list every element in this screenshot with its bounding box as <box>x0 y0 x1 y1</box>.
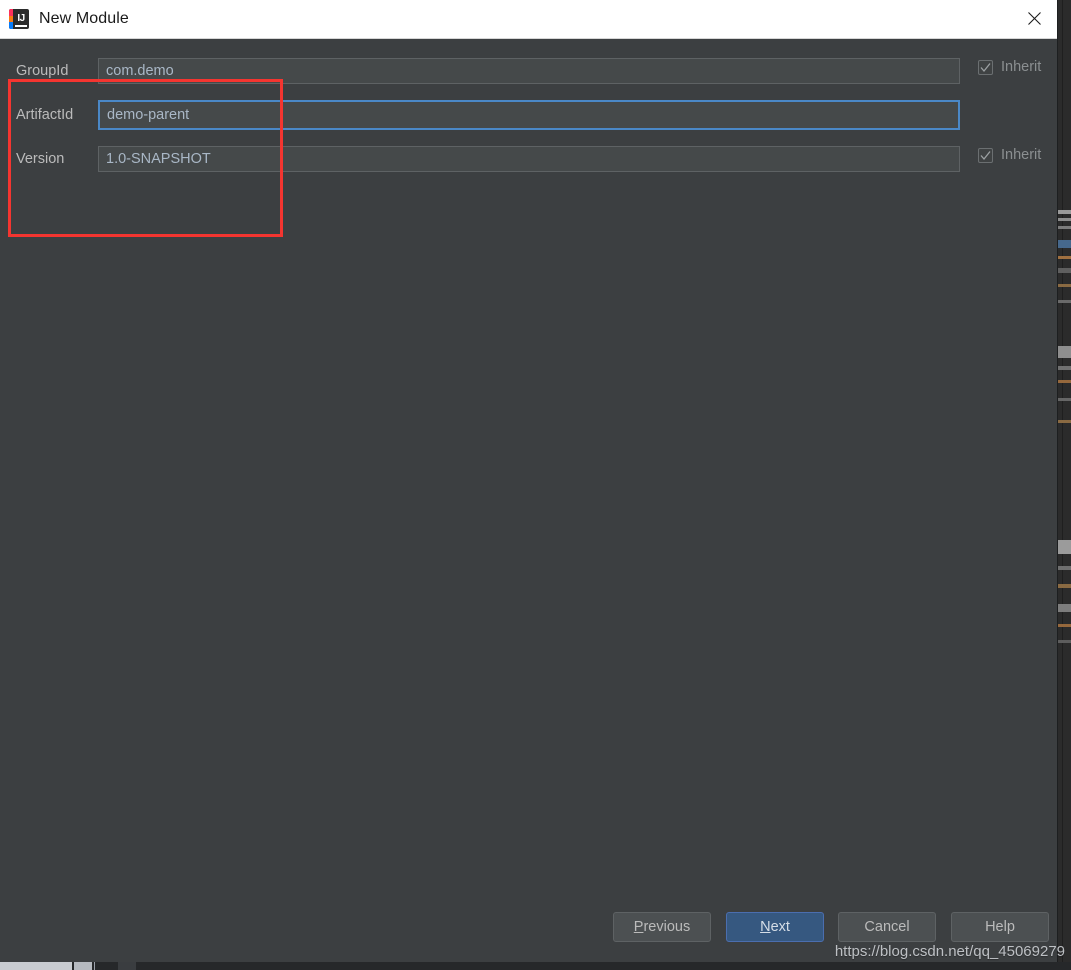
taskbar <box>0 962 1071 970</box>
dialog-title: New Module <box>39 10 129 27</box>
groupid-input[interactable] <box>98 58 960 84</box>
form-row-version: Version Inherit <box>0 137 1057 181</box>
background-code-line <box>1056 226 1071 229</box>
groupid-inherit-checkbox[interactable]: Inherit <box>978 59 1041 75</box>
background-code-line <box>1056 540 1071 554</box>
close-icon[interactable] <box>1011 0 1057 37</box>
checkbox-checked-icon <box>978 147 993 163</box>
background-code-line <box>1056 604 1071 612</box>
watermark-text: https://blog.csdn.net/qq_45069279 <box>834 943 1065 960</box>
background-code-line <box>1056 218 1071 221</box>
taskbar-item[interactable] <box>0 962 72 970</box>
icon-accent-bar <box>9 9 13 16</box>
new-module-dialog: IJ New Module GroupId com.demo Inherit A… <box>0 0 1057 962</box>
taskbar-item[interactable] <box>94 962 95 970</box>
previous-button[interactable]: Previous <box>613 912 711 942</box>
background-code-line <box>1056 284 1071 287</box>
background-code-line <box>1056 240 1071 248</box>
background-code-line <box>1056 566 1071 570</box>
icon-underline <box>15 25 27 27</box>
background-code-line <box>1056 398 1071 401</box>
background-code-line <box>1056 366 1071 370</box>
form-row-groupid: GroupId Inherit <box>0 49 1057 93</box>
version-inherit-checkbox[interactable]: Inherit <box>978 147 1041 163</box>
version-inherit-label: Inherit <box>1001 147 1042 163</box>
taskbar-item[interactable] <box>118 962 136 970</box>
icon-accent-bar <box>9 22 13 29</box>
form-row-artifactid: ArtifactId <box>0 93 1057 137</box>
checkbox-checked-icon <box>978 59 993 75</box>
help-button[interactable]: Help <box>951 912 1049 942</box>
version-input[interactable] <box>98 146 960 172</box>
screen: IJ New Module GroupId com.demo Inherit A… <box>0 0 1071 970</box>
cancel-button-label: Cancel <box>864 919 910 935</box>
background-code-line <box>1056 584 1071 588</box>
background-code-line <box>1056 346 1071 358</box>
intellij-idea-icon: IJ <box>9 9 29 29</box>
taskbar-item[interactable] <box>74 962 92 970</box>
dialog-body: GroupId Inherit ArtifactId <box>0 39 1057 962</box>
groupid-inherit-label: Inherit <box>1001 59 1042 75</box>
previous-button-label: revious <box>643 919 691 935</box>
artifactid-input[interactable] <box>98 100 960 130</box>
ide-background-sliver <box>1056 0 1071 962</box>
previous-button-mnemonic: P <box>633 919 644 935</box>
next-button-mnemonic: N <box>760 919 771 935</box>
editor-gutter-line <box>1062 0 1063 962</box>
background-code-line <box>1056 268 1071 273</box>
artifactid-label: ArtifactId <box>16 107 74 123</box>
help-button-label: Help <box>985 919 1015 935</box>
background-code-line <box>1056 624 1071 627</box>
next-button-label: ext <box>770 919 790 935</box>
background-code-line <box>1056 380 1071 383</box>
groupid-label: GroupId <box>16 63 69 79</box>
background-code-line <box>1056 420 1071 423</box>
background-code-line <box>1056 210 1071 214</box>
background-code-line <box>1056 300 1071 303</box>
background-code-line <box>1056 256 1071 259</box>
next-button[interactable]: Next <box>726 912 824 942</box>
dialog-titlebar: IJ New Module <box>0 0 1057 39</box>
version-label: Version <box>16 151 65 167</box>
maven-coordinates-form: GroupId Inherit ArtifactId <box>0 49 1057 181</box>
cancel-button[interactable]: Cancel <box>838 912 936 942</box>
background-code-line <box>1056 640 1071 643</box>
